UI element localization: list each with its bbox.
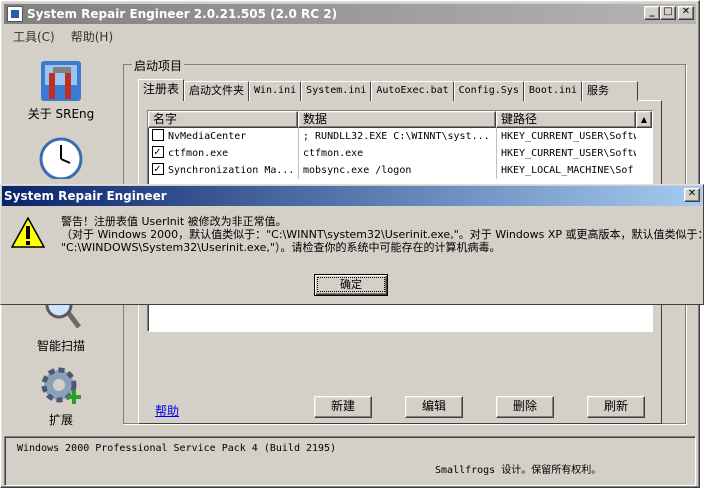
row-data: ; RUNDLL32.EXE C:\WINNT\syst...	[298, 128, 496, 145]
sidebar-label-extend: 扩展	[48, 413, 73, 427]
clock-icon	[39, 135, 83, 181]
sidebar-item-smart-scan[interactable]: 智能扫描	[21, 291, 101, 354]
refresh-button[interactable]: 刷新	[587, 396, 645, 418]
table-row[interactable]: ctfmon.exe ctfmon.exe HKEY_CURRENT_USER\…	[148, 145, 652, 162]
tab-autoexec[interactable]: AutoExec.bat	[371, 81, 454, 101]
group-label: 启动项目	[132, 57, 185, 74]
tab-registry[interactable]: 注册表	[138, 79, 185, 101]
table-row[interactable]: NvMediaCenter ; RUNDLL32.EXE C:\WINNT\sy…	[148, 128, 652, 145]
close-button[interactable]: ✕	[678, 6, 694, 20]
new-button[interactable]: 新建	[314, 396, 372, 418]
menu-help[interactable]: 帮助(H)	[71, 28, 113, 45]
row-name: ctfmon.exe	[168, 148, 229, 159]
dialog-titlebar[interactable]: System Repair Engineer ✕	[2, 186, 702, 206]
app-icon	[7, 6, 23, 22]
tab-services[interactable]: 服务	[582, 81, 639, 101]
tools-icon	[39, 59, 83, 103]
maximize-button[interactable]: □	[660, 6, 676, 20]
column-name[interactable]: 名字	[148, 111, 298, 128]
row-checkbox[interactable]	[152, 129, 164, 141]
row-data: mobsync.exe /logon	[298, 162, 496, 179]
ok-button[interactable]: 确定	[314, 274, 388, 296]
edit-button[interactable]: 编辑	[405, 396, 463, 418]
dialog-line-1: 警告！注册表值 UserInit 被修改为非正常值。	[61, 215, 287, 228]
row-checkbox[interactable]	[152, 145, 164, 160]
tab-strip: 注册表 启动文件夹 Win.ini System.ini AutoExec.ba…	[138, 79, 639, 101]
dialog-line-3: "C:\WINDOWS\System32\Userinit.exe,"）。请检查…	[61, 241, 501, 254]
help-link[interactable]: 帮助	[155, 402, 179, 419]
delete-button[interactable]: 删除	[496, 396, 554, 418]
tab-boot-ini[interactable]: Boot.ini	[523, 81, 583, 101]
tab-win-ini[interactable]: Win.ini	[249, 81, 302, 101]
tab-startup-folder[interactable]: 启动文件夹	[184, 81, 250, 101]
sidebar-item-extend[interactable]: 扩展	[21, 365, 101, 428]
sidebar-label-about: 关于 SREng	[27, 107, 95, 121]
row-data: ctfmon.exe	[298, 145, 496, 162]
status-os-info: Windows 2000 Professional Service Pack 4…	[17, 443, 337, 454]
row-name: NvMediaCenter	[168, 131, 247, 142]
tab-config-sys[interactable]: Config.Sys	[453, 81, 524, 101]
warning-icon	[10, 216, 46, 249]
minimize-button[interactable]: _	[644, 6, 660, 20]
dialog-line-2: （对于 Windows 2000，默认值类似于："C:\WINNT\system…	[61, 228, 705, 241]
row-checkbox[interactable]	[152, 162, 164, 177]
warning-dialog: System Repair Engineer ✕ 警告！注册表值 UserIni…	[0, 184, 705, 305]
dialog-close-button[interactable]: ✕	[684, 188, 700, 202]
row-name: Synchronization Ma...	[168, 165, 295, 176]
menu-tools[interactable]: 工具(C)	[13, 28, 55, 45]
list-header: 名字 数据 键路径	[148, 111, 652, 128]
row-path: HKEY_CURRENT_USER\Softw	[496, 128, 636, 145]
window-title: System Repair Engineer 2.0.21.505 (2.0 R…	[27, 7, 338, 21]
column-key-path[interactable]: 键路径	[496, 111, 636, 128]
column-data[interactable]: 数据	[298, 111, 496, 128]
menubar: 工具(C) 帮助(H)	[5, 26, 113, 46]
tab-system-ini[interactable]: System.ini	[301, 81, 372, 101]
status-bar: Windows 2000 Professional Service Pack 4…	[4, 436, 696, 486]
ok-label: 确定	[317, 277, 385, 292]
status-copyright: Smallfrogs 设计。保留所有权利。	[435, 465, 602, 476]
row-path: HKEY_CURRENT_USER\Softw	[496, 145, 636, 162]
dialog-title: System Repair Engineer	[4, 189, 167, 203]
sidebar-item-clock[interactable]	[21, 135, 101, 181]
table-row[interactable]: Synchronization Ma... mobsync.exe /logon…	[148, 162, 652, 179]
dialog-message: 警告！注册表值 UserInit 被修改为非正常值。 （对于 Windows 20…	[61, 215, 705, 254]
sidebar-item-about[interactable]: 关于 SREng	[21, 59, 101, 122]
gear-plus-icon	[39, 365, 83, 409]
scroll-up-button[interactable]: ▲	[636, 111, 652, 128]
row-path: HKEY_LOCAL_MACHINE\Sof	[496, 162, 636, 179]
magnifier-icon	[39, 291, 83, 345]
main-titlebar[interactable]: System Repair Engineer 2.0.21.505 (2.0 R…	[4, 4, 696, 24]
